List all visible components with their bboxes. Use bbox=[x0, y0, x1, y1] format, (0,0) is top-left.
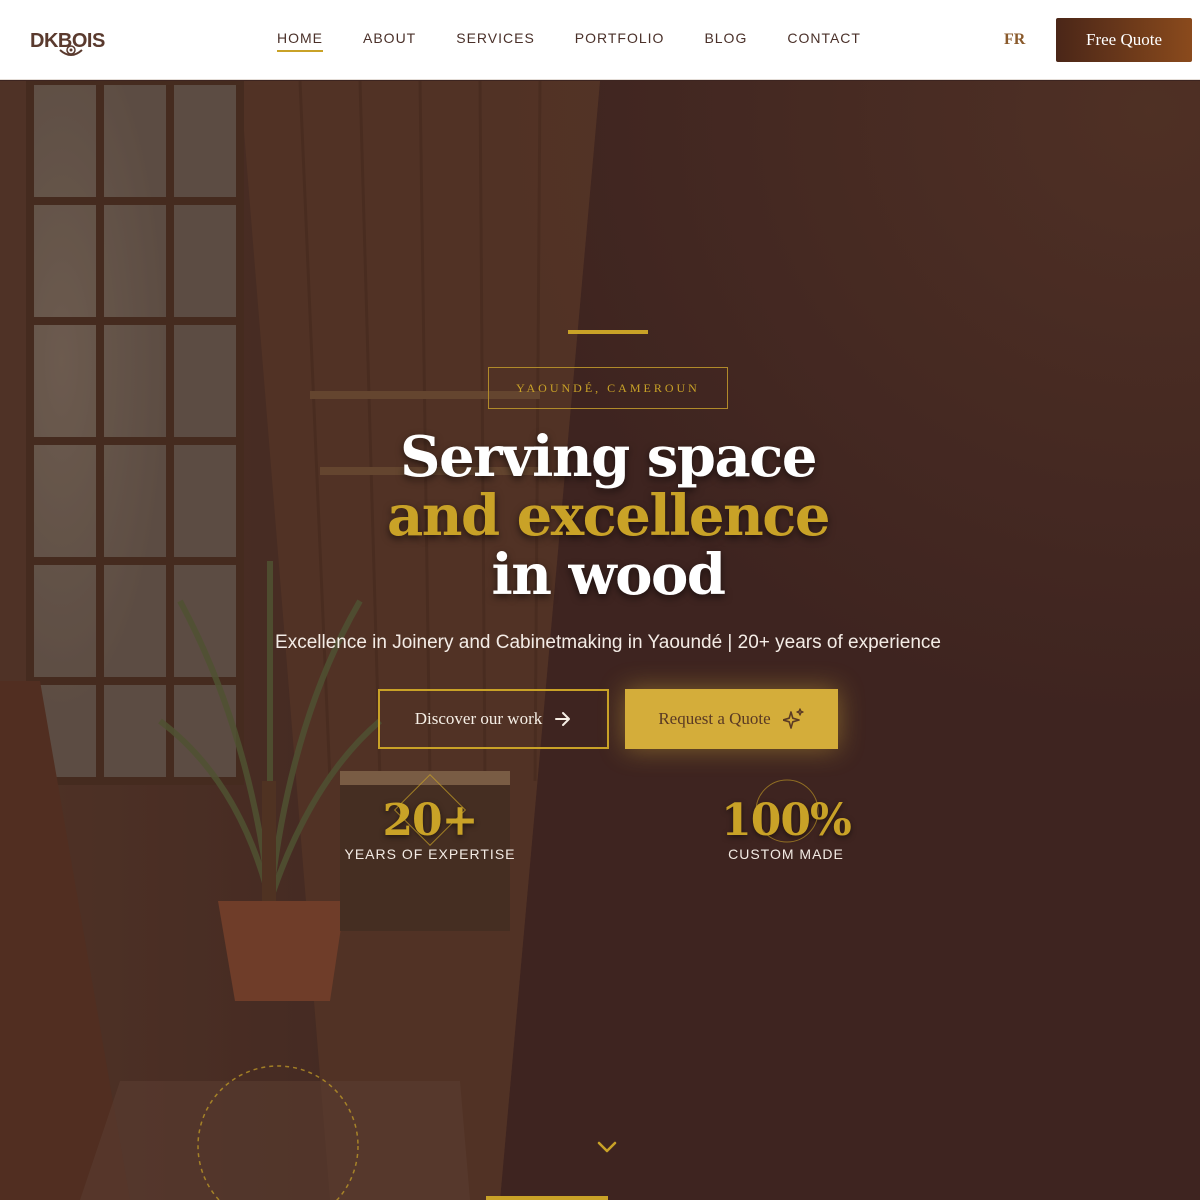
headline-line-2: and excellence bbox=[386, 483, 831, 549]
gold-accent-rule bbox=[568, 330, 648, 334]
arrow-right-icon bbox=[555, 712, 571, 726]
free-quote-button[interactable]: Free Quote bbox=[1056, 18, 1192, 62]
diamond-ornament-icon bbox=[393, 773, 467, 847]
nav-portfolio[interactable]: PORTFOLIO bbox=[575, 30, 665, 52]
sparkles-icon bbox=[782, 708, 804, 729]
discover-work-label: Discover our work bbox=[414, 709, 543, 728]
brand-logo[interactable]: DKBOIS bbox=[30, 26, 114, 64]
hero-subtitle: Excellence in Joinery and Cabinetmaking … bbox=[275, 632, 941, 653]
language-switch[interactable]: FR bbox=[1004, 31, 1025, 49]
nav-blog[interactable]: BLOG bbox=[704, 30, 747, 52]
request-quote-button[interactable]: Request a Quote bbox=[625, 689, 838, 749]
chevron-down-icon[interactable] bbox=[596, 1140, 618, 1154]
nav-services[interactable]: SERVICES bbox=[456, 30, 535, 52]
main-nav: HOME ABOUT SERVICES PORTFOLIO BLOG CONTA… bbox=[277, 30, 901, 52]
request-quote-label: Request a Quote bbox=[658, 709, 771, 728]
headline-line-3: in wood bbox=[491, 542, 726, 608]
stat-years: 20+ YEARS OF EXPERTISE bbox=[320, 773, 540, 862]
bottom-accent-bar bbox=[486, 1196, 608, 1200]
nav-contact[interactable]: CONTACT bbox=[787, 30, 861, 52]
hero-headline: Serving space and excellence in wood bbox=[300, 428, 916, 605]
stat-custom-label: CUSTOM MADE bbox=[728, 846, 844, 862]
headline-line-1: Serving space bbox=[400, 424, 817, 490]
discover-work-button[interactable]: Discover our work bbox=[378, 689, 609, 749]
nav-home[interactable]: HOME bbox=[277, 30, 323, 52]
logo-mark-icon bbox=[59, 45, 83, 56]
site-header: DKBOIS HOME ABOUT SERVICES PORTFOLIO BLO… bbox=[0, 0, 1200, 80]
location-badge: YAOUNDÉ, CAMEROUN bbox=[488, 367, 728, 409]
stat-custom: 100% CUSTOM MADE bbox=[676, 779, 896, 862]
nav-about[interactable]: ABOUT bbox=[363, 30, 416, 52]
circle-ornament-icon bbox=[755, 779, 819, 843]
